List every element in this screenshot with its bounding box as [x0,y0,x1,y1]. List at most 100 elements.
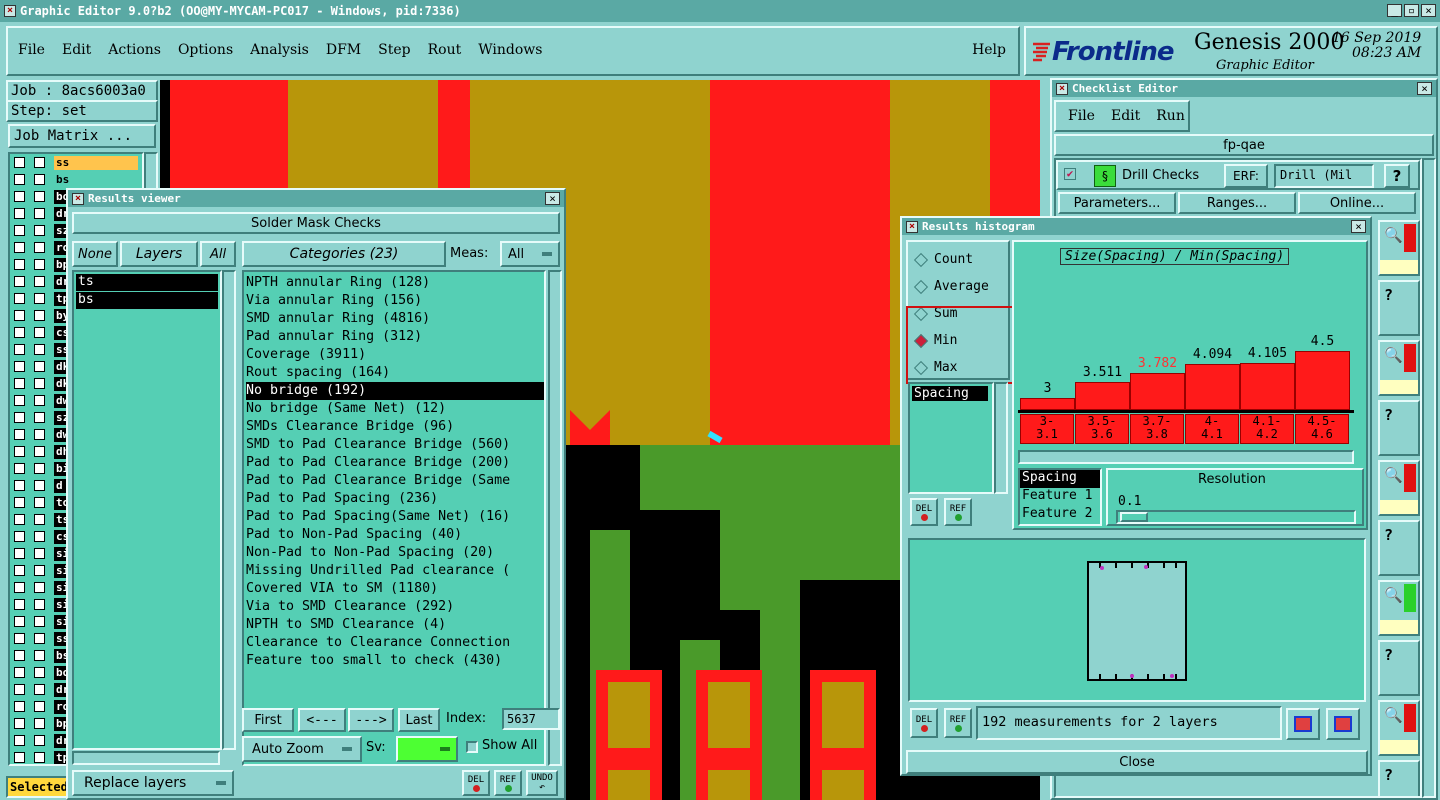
layer-checkbox[interactable] [34,293,45,304]
checklist-row-partial[interactable]: ? [1378,400,1420,456]
category-item[interactable]: No bridge (192) [246,382,544,400]
layer-checkbox[interactable] [14,310,25,321]
layer-checkbox[interactable] [14,344,25,355]
layer-checkbox[interactable] [34,361,45,372]
histogram-bar[interactable] [1130,373,1185,410]
measure-item[interactable]: Feature 1 [1020,488,1100,506]
layer-checkbox[interactable] [14,548,25,559]
menu-item[interactable]: Rout [428,42,462,58]
category-item[interactable]: Via to SMD Clearance (292) [246,598,544,616]
layer-checkbox[interactable] [34,752,45,763]
layer-checkbox[interactable] [14,684,25,695]
layer-checkbox[interactable] [34,259,45,270]
category-item[interactable]: Rout spacing (164) [246,364,544,382]
chart-hscrollbar[interactable] [1018,450,1354,464]
layer-checkbox[interactable] [14,276,25,287]
layer-checkbox[interactable] [34,701,45,712]
help-icon[interactable]: ? [1384,406,1393,424]
next-button[interactable]: ---> [348,708,394,732]
layer-checkbox[interactable] [34,429,45,440]
layer-checkbox[interactable] [14,701,25,712]
category-item[interactable]: SMDs Clearance Bridge (96) [246,418,544,436]
layer-checkbox[interactable] [14,412,25,423]
menu-item[interactable]: Step [378,42,410,58]
category-item[interactable]: Pad to Pad Clearance Bridge (200) [246,454,544,472]
checklist-row-partial[interactable]: ? [1378,520,1420,576]
layer-name[interactable]: bs [54,172,138,187]
ranges-button[interactable]: Ranges... [1178,192,1296,214]
show-all-checkbox[interactable] [466,741,478,753]
histogram-bar[interactable] [1020,398,1075,410]
checklist-row-partial[interactable]: 🔍 [1378,580,1420,636]
layer-checkbox[interactable] [34,599,45,610]
layer-checkbox[interactable] [34,735,45,746]
checkbox-checked-icon[interactable]: ✔ [1064,168,1076,180]
search-icon[interactable]: 🔍 [1384,586,1403,604]
checklist-menu-item[interactable]: Run [1156,108,1185,124]
layer-checkbox[interactable] [14,429,25,440]
layer-checkbox[interactable] [34,497,45,508]
checklist-row-partial[interactable]: ? [1378,760,1420,796]
layer-checkbox[interactable] [14,514,25,525]
layer-checkbox[interactable] [14,480,25,491]
layer-checkbox[interactable] [34,412,45,423]
layer-checkbox[interactable] [14,327,25,338]
layer-checkbox[interactable] [14,157,25,168]
result-layer-item[interactable]: ts [76,274,218,291]
measure-item[interactable]: Spacing [1020,470,1100,488]
layer-checkbox[interactable] [34,191,45,202]
layer-checkbox[interactable] [14,735,25,746]
category-item[interactable]: Non-Pad to Non-Pad Spacing (20) [246,544,544,562]
checklist-row-partial[interactable]: ? [1378,280,1420,336]
layer-name[interactable]: ss [54,155,138,170]
del-button[interactable]: DEL [462,770,490,796]
search-icon[interactable]: 🔍 [1384,226,1403,244]
restore-button[interactable]: ▫ [1404,4,1419,17]
layer-checkbox[interactable] [14,650,25,661]
layer-checkbox[interactable] [14,497,25,508]
checklist-close-icon[interactable]: × [1417,82,1432,95]
sv-color-dropdown[interactable] [396,736,458,762]
layer-checkbox[interactable] [34,616,45,627]
menu-item[interactable]: Actions [108,42,161,58]
histogram-close-icon[interactable]: × [1351,220,1366,233]
results-viewer-close-icon[interactable]: × [545,192,560,205]
menu-item[interactable]: DFM [326,42,361,58]
layer-checkbox[interactable] [34,667,45,678]
histogram-close-button[interactable]: Close [906,750,1368,774]
erf-button[interactable]: ERF: [1224,164,1268,188]
layers-button[interactable]: Layers [120,241,198,267]
category-item[interactable]: Via annular Ring (156) [246,292,544,310]
search-icon[interactable]: 🔍 [1384,346,1403,364]
replace-layers-dropdown[interactable]: Replace layers [72,770,234,796]
category-item[interactable]: NPTH annular Ring (128) [246,274,544,292]
layer-checkbox[interactable] [14,616,25,627]
layer-checkbox[interactable] [14,361,25,372]
categories-scrollbar[interactable] [548,270,562,766]
layer-checkbox[interactable] [14,752,25,763]
search-icon[interactable]: 🔍 [1384,466,1403,484]
first-button[interactable]: First [242,708,294,732]
layer-items-scrollbar[interactable] [222,270,236,750]
layer-checkbox[interactable] [14,718,25,729]
layer-checkbox[interactable] [14,599,25,610]
layer-checkbox[interactable] [34,310,45,321]
help-icon[interactable]: ? [1384,286,1393,304]
layer-checkbox[interactable] [14,242,25,253]
layer-checkbox[interactable] [34,344,45,355]
category-item[interactable]: Pad annular Ring (312) [246,328,544,346]
layer-checkbox[interactable] [14,531,25,542]
menu-item[interactable]: Analysis [250,42,309,58]
layer-checkbox[interactable] [34,446,45,457]
layer-checkbox[interactable] [34,242,45,253]
radio-icon[interactable] [913,279,929,294]
histogram-bar[interactable] [1185,364,1240,410]
layer-row[interactable]: bs [10,171,142,188]
hist-ref-button[interactable]: REF [944,498,972,526]
category-item[interactable]: Clearance to Clearance Connection [246,634,544,652]
job-matrix-button[interactable]: Job Matrix ... [8,124,156,148]
minimize-button[interactable]: _ [1387,4,1402,17]
online-button[interactable]: Online... [1298,192,1416,214]
help-icon[interactable]: ? [1384,646,1393,664]
parameters-button[interactable]: Parameters... [1058,192,1176,214]
